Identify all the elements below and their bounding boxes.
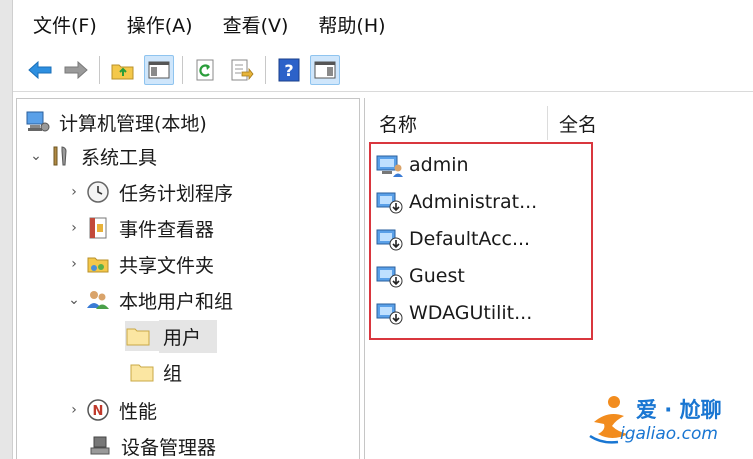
list-item-user[interactable]: admin	[375, 148, 469, 182]
show-hide-tree-icon	[148, 61, 170, 78]
chevron-right-icon[interactable]: ›	[63, 184, 85, 200]
chevron-down-icon[interactable]: ⌄	[63, 292, 85, 308]
list-item-user[interactable]: WDAGUtilit...	[375, 296, 532, 330]
tree-item-event-viewer[interactable]: › 事件查看器	[63, 211, 214, 245]
svg-text:?: ?	[284, 61, 293, 80]
user-name: WDAGUtilit...	[409, 302, 533, 324]
chevron-right-icon[interactable]: ›	[63, 220, 85, 236]
tree-label: 设备管理器	[121, 436, 217, 459]
tree-label: 本地用户和组	[119, 290, 234, 313]
toolbar-separator	[182, 55, 183, 84]
chevron-right-icon[interactable]: ›	[63, 402, 85, 418]
user-name: DefaultAcc...	[409, 228, 531, 250]
tree-item-device-manager[interactable]: 设备管理器	[87, 429, 216, 459]
performance-icon: N	[85, 398, 111, 422]
device-manager-icon	[87, 434, 113, 458]
system-tools-icon	[47, 144, 73, 168]
column-header-fullname[interactable]: 全名	[559, 106, 597, 140]
help-button[interactable]: ?	[274, 55, 304, 85]
user-account-disabled-icon	[375, 263, 405, 289]
svg-text:N: N	[93, 404, 104, 419]
up-folder-icon	[111, 64, 134, 79]
back-arrow-icon	[28, 60, 52, 79]
tree-item-performance[interactable]: › N 性能	[63, 393, 157, 427]
watermark-title: 爱 · 尬聊	[636, 398, 722, 422]
forward-arrow-icon	[64, 60, 88, 79]
refresh-icon	[196, 59, 214, 80]
tree-label: 计算机管理(本地)	[59, 112, 207, 135]
tree-label: 共享文件夹	[119, 254, 215, 277]
list-item-user[interactable]: Administrat...	[375, 185, 537, 219]
tree-label: 事件查看器	[119, 218, 215, 241]
export-list-icon	[231, 59, 254, 80]
toolbar-separator	[99, 55, 100, 84]
menu-help[interactable]: 帮助(H)	[318, 11, 385, 38]
tree-label: 性能	[119, 400, 158, 423]
tree-item-users[interactable]: 用户	[125, 319, 218, 353]
tree-item-computer-management[interactable]: 计算机管理(本地)	[25, 105, 207, 139]
tree-label: 系统工具	[81, 146, 158, 169]
chevron-right-icon[interactable]: ›	[63, 256, 85, 272]
user-account-disabled-icon	[375, 226, 405, 252]
list-item-user[interactable]: DefaultAcc...	[375, 222, 530, 256]
tree-label: 任务计划程序	[119, 182, 234, 205]
users-groups-icon	[85, 288, 111, 312]
export-list-button[interactable]	[227, 55, 257, 85]
watermark-url: igaliao.com	[620, 424, 718, 444]
tree-item-local-users-groups[interactable]: ⌄ 本地用户和组	[63, 283, 233, 317]
user-name: admin	[409, 154, 469, 176]
shared-folder-icon	[85, 252, 111, 276]
computer-management-icon	[25, 110, 51, 134]
chevron-down-icon[interactable]: ⌄	[25, 148, 47, 164]
folder-icon	[129, 360, 155, 384]
show-hide-tree-button[interactable]	[144, 54, 174, 85]
user-account-disabled-icon	[375, 189, 405, 215]
event-viewer-icon	[85, 216, 111, 240]
menu-file[interactable]: 文件(F)	[33, 11, 97, 38]
column-divider[interactable]	[547, 106, 548, 140]
site-watermark: 爱 · 尬聊 igaliao.com	[588, 392, 748, 450]
menu-action[interactable]: 操作(A)	[127, 11, 193, 38]
toolbar: ?	[13, 48, 753, 92]
user-account-disabled-icon	[375, 300, 405, 326]
up-level-button[interactable]	[108, 55, 138, 85]
tree-label: 组	[163, 362, 183, 385]
window-frame-edge	[0, 0, 13, 459]
action-pane-icon	[314, 61, 336, 78]
toolbar-separator	[265, 55, 266, 84]
back-button[interactable]	[25, 55, 55, 85]
menu-view[interactable]: 查看(V)	[223, 11, 289, 38]
folder-icon	[125, 321, 159, 351]
tree-item-shared-folders[interactable]: › 共享文件夹	[63, 247, 214, 281]
action-pane-button[interactable]	[310, 54, 340, 85]
menu-bar: 文件(F) 操作(A) 查看(V) 帮助(H)	[13, 0, 753, 48]
forward-button[interactable]	[61, 55, 91, 85]
tree-item-system-tools[interactable]: ⌄ 系统工具	[25, 139, 157, 173]
list-item-user[interactable]: Guest	[375, 259, 465, 293]
refresh-button[interactable]	[191, 55, 221, 85]
console-tree: 计算机管理(本地) ⌄ 系统工具 › 任务计划程序 › 事件查看器 › 共享文件…	[16, 98, 360, 459]
user-name: Guest	[409, 265, 465, 287]
column-header-name[interactable]: 名称	[379, 106, 417, 140]
tree-item-task-scheduler[interactable]: › 任务计划程序	[63, 175, 233, 209]
tree-item-groups[interactable]: 组	[129, 355, 182, 389]
help-icon: ?	[278, 58, 300, 81]
tree-label: 用户	[159, 319, 218, 353]
user-account-icon	[375, 152, 405, 178]
clock-icon	[85, 180, 111, 204]
user-name: Administrat...	[409, 191, 538, 213]
